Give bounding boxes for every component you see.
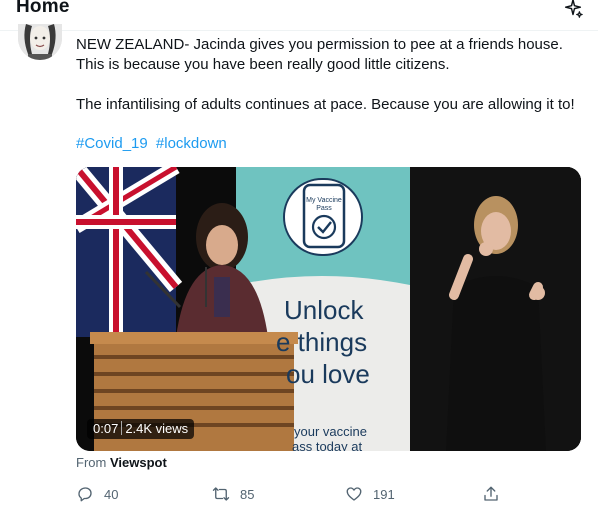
poster-pass-line2: Pass [316, 205, 332, 212]
header-divider [0, 30, 598, 31]
sparkle-icon[interactable] [562, 0, 584, 20]
tweet-line-1: NEW ZEALAND- Jacinda gives you permissio… [76, 36, 563, 53]
video-player[interactable]: My Vaccine Pass Unlock e things ou love … [76, 167, 581, 451]
poster-pass-line1: My Vaccine [306, 197, 342, 204]
tweet-actions: 40 85 191 [76, 483, 556, 505]
like-count: 191 [373, 486, 395, 502]
poster-today: ass today at [292, 439, 363, 451]
source-prefix: From [76, 455, 107, 470]
reply-button[interactable]: 40 [76, 483, 118, 505]
hashtag-covid[interactable]: #Covid_19 [76, 135, 148, 152]
share-button[interactable] [482, 483, 510, 505]
reply-icon [78, 487, 92, 502]
video-views: 2.4K views [125, 421, 189, 436]
poster-vaccine: your vaccine [294, 424, 367, 439]
retweet-icon [212, 487, 230, 501]
tweet-line-3: The infantilising of adults continues at… [76, 96, 575, 113]
like-icon [346, 487, 362, 501]
retweet-count: 85 [240, 486, 255, 502]
video-source: From Viewspot [76, 455, 167, 470]
stats-separator [121, 421, 123, 435]
poster-pass-label: My Vaccine Pass [296, 197, 352, 213]
video-duration: 0:07 [93, 421, 119, 436]
video-stats-badge: 0:07 2.4K views [87, 419, 195, 439]
avatar[interactable] [18, 24, 62, 60]
hashtags: #Covid_19 #lockdown [76, 134, 231, 154]
top-header: Home [0, 0, 598, 30]
tweet-line-2: This is because you have been really goo… [76, 56, 450, 73]
retweet-button[interactable]: 85 [212, 483, 254, 505]
flag-image [76, 167, 183, 337]
share-icon [484, 486, 498, 501]
source-name[interactable]: Viewspot [110, 455, 167, 470]
hashtag-lockdown[interactable]: #lockdown [156, 135, 227, 152]
poster-things: e things [276, 327, 368, 357]
poster-love: ou love [286, 359, 370, 389]
poster-unlock: Unlock [284, 295, 364, 325]
page-title: Home [16, 0, 70, 17]
reply-count: 40 [104, 486, 119, 502]
like-button[interactable]: 191 [345, 483, 395, 505]
tweet-text: NEW ZEALAND- Jacinda gives you permissio… [76, 35, 591, 115]
